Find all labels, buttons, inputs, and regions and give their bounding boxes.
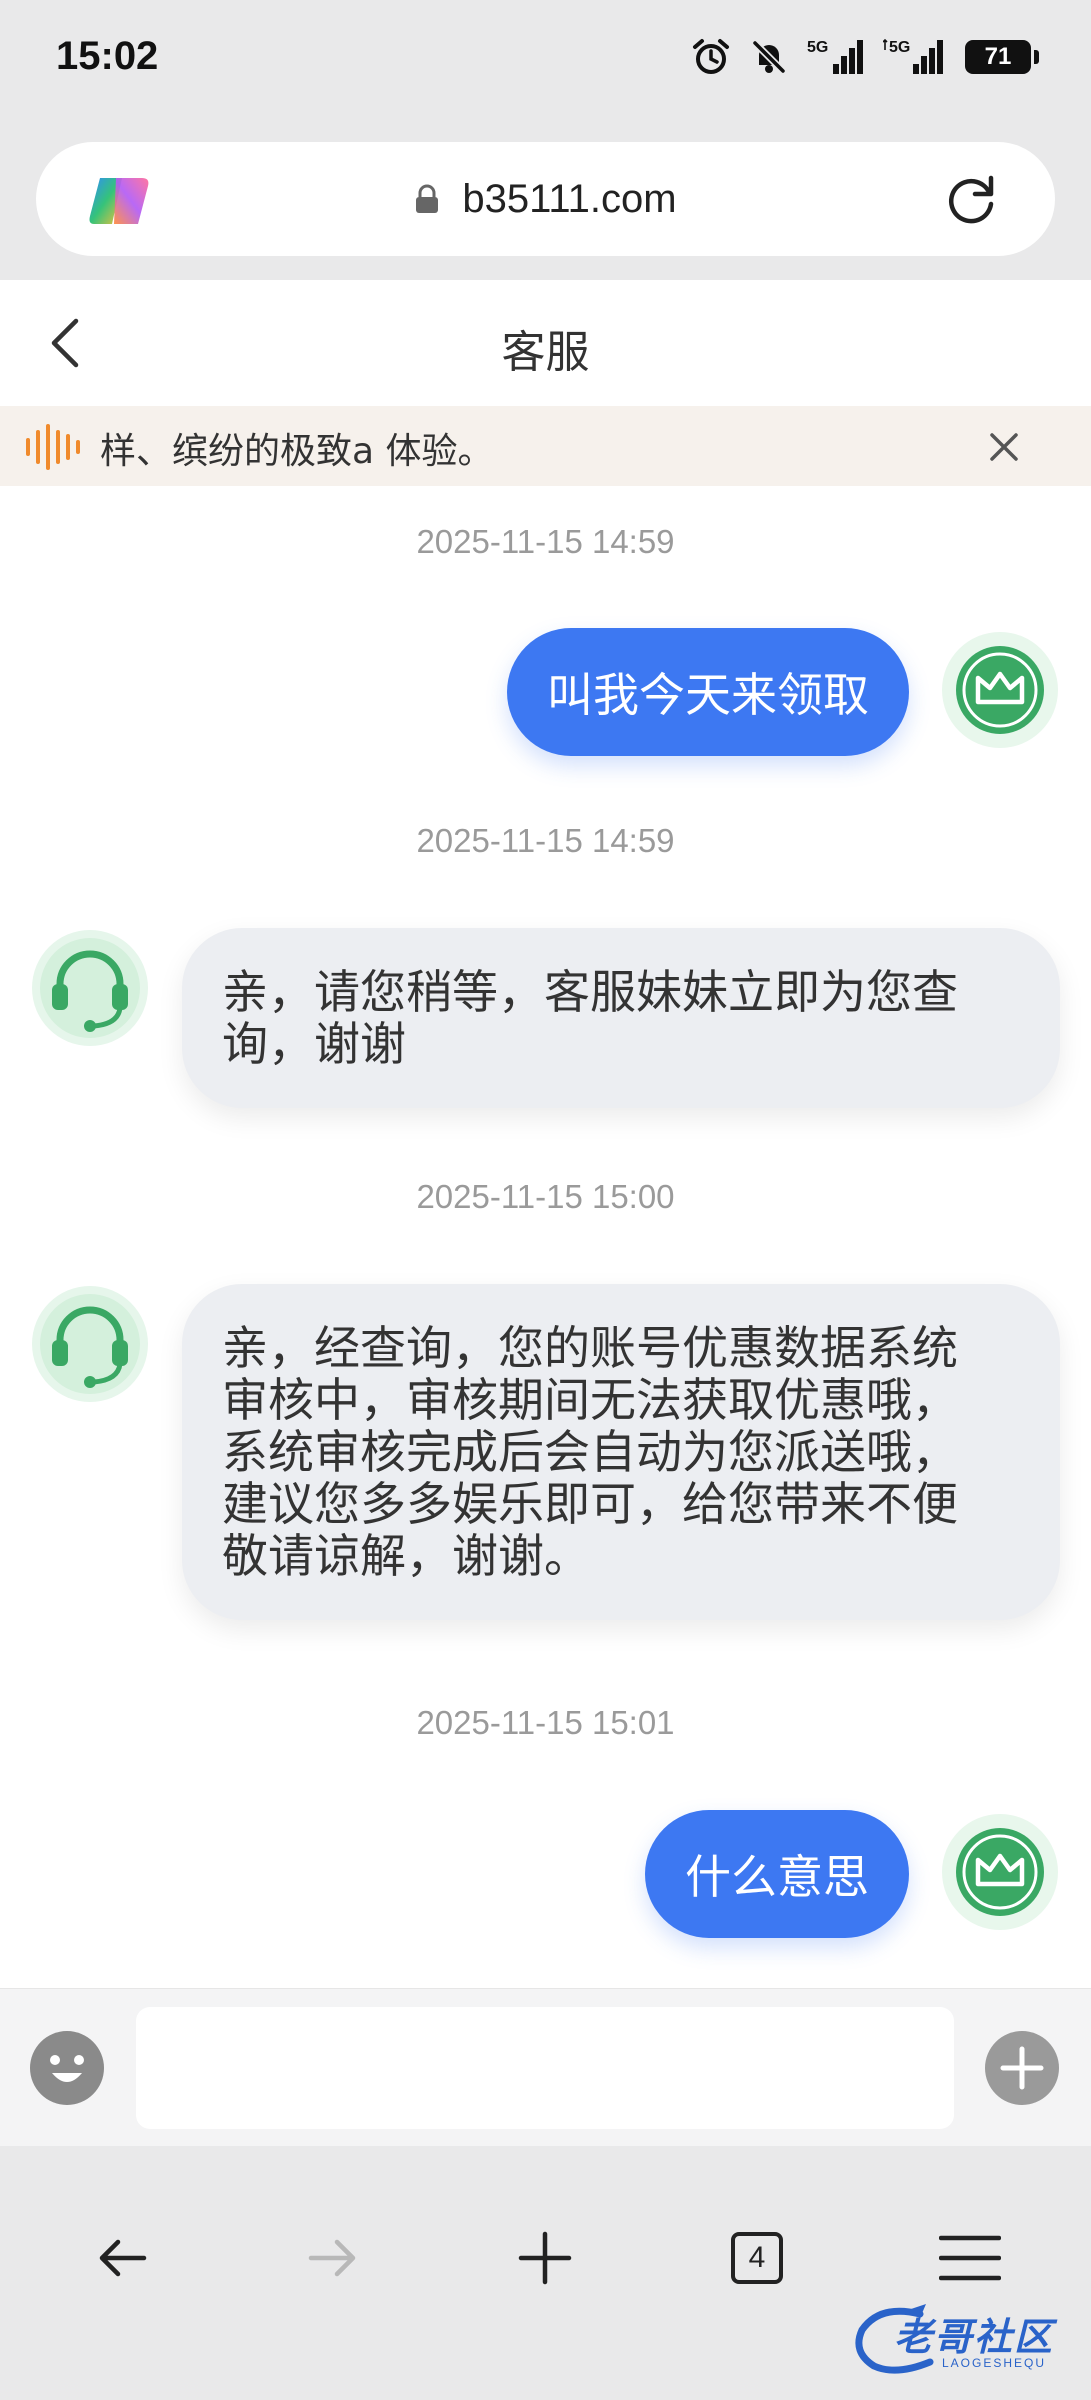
tabs-button[interactable]: 4 bbox=[717, 2218, 797, 2298]
browser-forward-button[interactable] bbox=[293, 2218, 373, 2298]
browser-top-bar: b35111.com bbox=[0, 130, 1091, 280]
battery-indicator: 71 bbox=[965, 40, 1039, 74]
crown-avatar-icon bbox=[942, 1814, 1058, 1930]
watermark-logo: 老哥社区 LAOGESHEQU bbox=[850, 2300, 1080, 2380]
svg-text:5G: 5G bbox=[807, 39, 828, 56]
menu-button[interactable] bbox=[930, 2218, 1010, 2298]
tabs-icon: 4 bbox=[731, 2232, 783, 2284]
chat-input-bar bbox=[0, 1988, 1091, 2146]
menu-icon bbox=[939, 2235, 1001, 2281]
message-timestamp: 2025-11-15 14:59 bbox=[416, 822, 675, 859]
watermark-subtext: LAOGESHEQU bbox=[942, 2356, 1047, 2370]
status-time: 15:02 bbox=[56, 34, 159, 78]
message-line: 亲，请您稍等，客服妹妹立即为您查 bbox=[222, 965, 958, 1019]
emoji-icon[interactable] bbox=[28, 2029, 106, 2107]
plus-circle-icon[interactable] bbox=[983, 2029, 1061, 2107]
message-timestamp: 2025-11-15 15:01 bbox=[416, 1704, 675, 1741]
close-icon[interactable] bbox=[987, 430, 1021, 464]
lock-icon bbox=[416, 184, 439, 213]
url-text: b35111.com bbox=[462, 176, 677, 221]
message-line: 系统审核完成后会自动为您派送哦， bbox=[222, 1425, 958, 1479]
signal-5g-icon: 5G bbox=[807, 39, 863, 74]
svg-text:5G: 5G bbox=[889, 39, 910, 56]
browser-back-button[interactable] bbox=[82, 2218, 162, 2298]
message-line: 敬请谅解，谢谢。 bbox=[222, 1529, 590, 1583]
page-title: 客服 bbox=[501, 327, 590, 378]
sound-wave-icon bbox=[26, 424, 80, 470]
url-display[interactable]: b35111.com bbox=[36, 142, 1055, 256]
message-bubble-incoming: 亲，经查询，您的账号优惠数据系统 审核中，审核期间无法获取优惠哦， 系统审核完成… bbox=[182, 1284, 1060, 1620]
message-line: 询，谢谢 bbox=[222, 1017, 406, 1071]
headset-avatar-icon bbox=[32, 930, 148, 1046]
new-tab-button[interactable] bbox=[505, 2218, 585, 2298]
watermark-text: 老哥社区 bbox=[894, 2315, 1055, 2359]
message-timestamp: 2025-11-15 15:00 bbox=[416, 1178, 675, 1215]
notice-marquee: 样、缤纷的极致a 体验。 bbox=[0, 406, 1091, 486]
signal-5g-icon: 5G bbox=[883, 38, 943, 74]
arrow-left-icon bbox=[99, 2239, 147, 2277]
reload-icon[interactable] bbox=[941, 170, 1001, 230]
message-bubble-outgoing: 叫我今天来领取 bbox=[507, 628, 909, 756]
message-input[interactable] bbox=[136, 2007, 954, 2129]
message-line: 审核中，审核期间无法获取优惠哦， bbox=[222, 1373, 958, 1427]
message-bubble-outgoing: 什么意思 bbox=[645, 1810, 909, 1938]
message-timestamp: 2025-11-15 14:59 bbox=[416, 523, 675, 560]
message-line: 建议您多多娱乐即可，给您带来不便 bbox=[222, 1477, 958, 1531]
alarm-icon bbox=[693, 39, 729, 74]
arrow-right-icon bbox=[308, 2239, 356, 2277]
page-header: 客服 bbox=[0, 280, 1091, 406]
headset-avatar-icon bbox=[32, 1286, 148, 1402]
mute-bell-icon bbox=[752, 40, 786, 74]
crown-avatar-icon bbox=[942, 632, 1058, 748]
notice-text: 样、缤纷的极致a 体验。 bbox=[100, 431, 494, 472]
status-bar: 15:02 5G 5G 71 bbox=[0, 0, 1091, 130]
message-bubble-incoming: 亲，请您稍等，客服妹妹立即为您查 询，谢谢 bbox=[182, 928, 1060, 1108]
status-icons: 5G 5G 71 bbox=[691, 36, 1039, 78]
plus-icon bbox=[518, 2231, 572, 2285]
message-line: 亲，经查询，您的账号优惠数据系统 bbox=[222, 1321, 958, 1375]
address-bar[interactable]: b35111.com bbox=[36, 142, 1055, 256]
